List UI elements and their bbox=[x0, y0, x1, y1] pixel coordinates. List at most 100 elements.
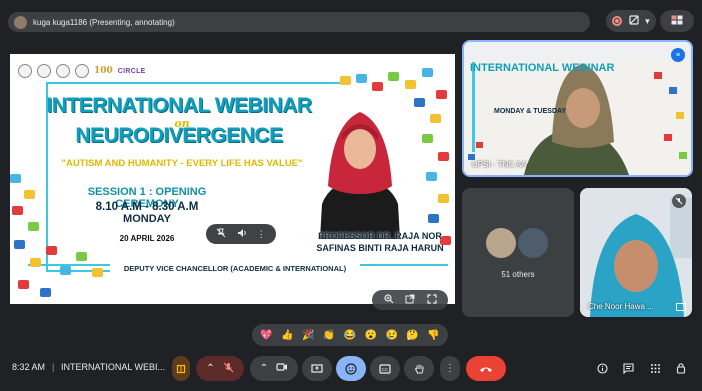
reactions-bar: 💖 👍 🎉 👏 😂 😮 😢 🤔 👎 bbox=[252, 324, 448, 346]
slide-day: MONDAY bbox=[123, 213, 171, 225]
chevron-up-icon: ⌃ bbox=[206, 363, 215, 374]
emoji-icon bbox=[345, 362, 357, 375]
participant-tile-che-noor-hawa[interactable]: Che Noor Hawa ... bbox=[580, 188, 692, 317]
puzzle-piece bbox=[92, 268, 103, 277]
participant-name: UPSI - TNC AA bbox=[472, 160, 527, 169]
volume-icon[interactable] bbox=[237, 228, 247, 240]
reaction-thumbs-up[interactable]: 👍 bbox=[281, 330, 293, 341]
reaction-clap[interactable]: 👏 bbox=[323, 330, 335, 341]
hang-up-icon bbox=[480, 367, 492, 372]
chevron-up-icon: ⌃ bbox=[259, 363, 269, 374]
captions-button[interactable]: CC bbox=[370, 356, 400, 381]
circle-logo: CIRCLE bbox=[117, 67, 146, 75]
puzzle-piece bbox=[388, 72, 399, 81]
puzzle-piece bbox=[10, 174, 21, 183]
participant-avatar bbox=[486, 228, 516, 258]
slide-time: 8.10 A.M - 8.30 A.M bbox=[95, 201, 199, 213]
puzzle-piece bbox=[40, 288, 51, 297]
reaction-thumbs-down[interactable]: 👎 bbox=[427, 330, 439, 341]
svg-text:CC: CC bbox=[382, 367, 389, 372]
puzzle-piece bbox=[76, 252, 87, 261]
slide-title-line1: INTERNATIONAL WEBINAR bbox=[46, 94, 312, 117]
presenter-avatar bbox=[14, 15, 27, 29]
unpin-icon[interactable] bbox=[216, 228, 226, 240]
anniversary-logo: 100 bbox=[94, 66, 113, 76]
participant-tile-upsi[interactable]: INTERNATIONAL WEBINAR MONDAY & TUESDAY U… bbox=[462, 40, 693, 177]
reactions-button[interactable] bbox=[336, 356, 366, 381]
zoom-in-icon[interactable] bbox=[383, 294, 394, 306]
speaker-photo bbox=[320, 112, 400, 239]
captions-icon: CC bbox=[379, 363, 391, 374]
bottom-toolbar: 8:32 AM | INTERNATIONAL WEBI... ⌃ ⌃ CC ⋮ bbox=[0, 350, 702, 391]
transcript-icon bbox=[629, 15, 639, 27]
slide-theme: "AUTISM AND HUMANITY - EVERY LIFE HAS VA… bbox=[61, 158, 303, 169]
microphone-button[interactable]: ⌃ bbox=[196, 356, 244, 381]
puzzle-piece bbox=[422, 68, 433, 77]
mic-off-icon bbox=[223, 362, 234, 376]
puzzle-piece bbox=[340, 76, 351, 85]
partner-logo-3 bbox=[75, 64, 89, 78]
chat-icon[interactable] bbox=[619, 358, 637, 378]
puzzle-piece bbox=[24, 190, 35, 199]
puzzle-piece bbox=[14, 240, 25, 249]
puzzle-piece bbox=[436, 90, 447, 99]
speaking-icon: ≡ bbox=[671, 48, 685, 62]
more-vert-icon: ⋮ bbox=[445, 363, 455, 374]
tile-slide-sub: MONDAY & TUESDAY bbox=[494, 108, 567, 115]
tile-expand-icon[interactable] bbox=[676, 303, 686, 311]
leave-call-button[interactable] bbox=[466, 356, 506, 381]
shared-screen-slide: 100 CIRCLE INTERNATIONAL WEBINAR on NEUR… bbox=[10, 54, 455, 304]
meeting-info-icon[interactable] bbox=[593, 358, 611, 378]
presenting-icon[interactable] bbox=[172, 356, 190, 381]
camera-icon bbox=[276, 362, 288, 375]
presenter-banner[interactable]: kuga kuga1186 (Presenting, annotating) bbox=[8, 12, 590, 32]
puzzle-piece bbox=[18, 280, 29, 289]
hand-icon bbox=[414, 364, 423, 373]
puzzle-piece bbox=[438, 194, 449, 203]
activities-icon[interactable] bbox=[646, 358, 664, 378]
tile-slide-title: INTERNATIONAL WEBINAR bbox=[470, 62, 615, 74]
others-count: 51 others bbox=[501, 270, 535, 279]
top-right-controls: ▾ bbox=[606, 10, 694, 32]
reaction-surprised[interactable]: 😮 bbox=[365, 330, 377, 341]
puzzle-piece bbox=[60, 266, 71, 275]
others-tile[interactable]: 51 others bbox=[462, 188, 574, 317]
puzzle-piece bbox=[414, 98, 425, 107]
present-screen-icon bbox=[311, 363, 323, 373]
puzzle-piece bbox=[428, 214, 439, 223]
meeting-title[interactable]: INTERNATIONAL WEBI... bbox=[61, 362, 165, 372]
university-logo bbox=[18, 64, 32, 78]
people-panel-button[interactable] bbox=[660, 10, 694, 32]
more-options-icon[interactable]: ⋮ bbox=[257, 229, 266, 240]
raise-hand-button[interactable] bbox=[404, 356, 434, 381]
record-icon bbox=[612, 16, 623, 26]
reaction-heart[interactable]: 💖 bbox=[260, 330, 272, 341]
pop-out-icon[interactable] bbox=[405, 294, 415, 306]
recording-indicator[interactable]: ▾ bbox=[606, 10, 656, 32]
camera-button[interactable]: ⌃ bbox=[250, 356, 298, 381]
puzzle-piece bbox=[46, 246, 57, 255]
puzzle-piece bbox=[405, 80, 416, 89]
presenter-text: kuga kuga1186 (Presenting, annotating) bbox=[33, 17, 175, 27]
presentation-zoom-controls bbox=[372, 290, 448, 310]
participant-name: Che Noor Hawa ... bbox=[588, 302, 654, 311]
puzzle-piece bbox=[438, 152, 449, 161]
puzzle-piece bbox=[12, 206, 23, 215]
reaction-thinking[interactable]: 🤔 bbox=[406, 330, 418, 341]
more-options-button[interactable]: ⋮ bbox=[440, 356, 460, 381]
present-button[interactable] bbox=[302, 356, 332, 381]
reaction-laugh[interactable]: 😂 bbox=[344, 330, 356, 341]
partner-logo bbox=[37, 64, 51, 78]
separator: | bbox=[52, 362, 55, 372]
fullscreen-icon[interactable] bbox=[426, 294, 437, 306]
puzzle-piece bbox=[356, 74, 367, 83]
slide-title-line2: NEURODIVERGENCE bbox=[75, 124, 283, 147]
chevron-down-icon: ▾ bbox=[645, 15, 650, 26]
puzzle-piece bbox=[372, 82, 383, 91]
reaction-sad[interactable]: 😢 bbox=[385, 330, 397, 341]
sidebar-icon bbox=[671, 15, 683, 27]
host-controls-icon[interactable] bbox=[672, 358, 690, 378]
others-avatars bbox=[486, 228, 548, 258]
speaker-role: DEPUTY VICE CHANCELLOR (ACADEMIC & INTER… bbox=[110, 264, 360, 273]
reaction-party[interactable]: 🎉 bbox=[302, 330, 314, 341]
